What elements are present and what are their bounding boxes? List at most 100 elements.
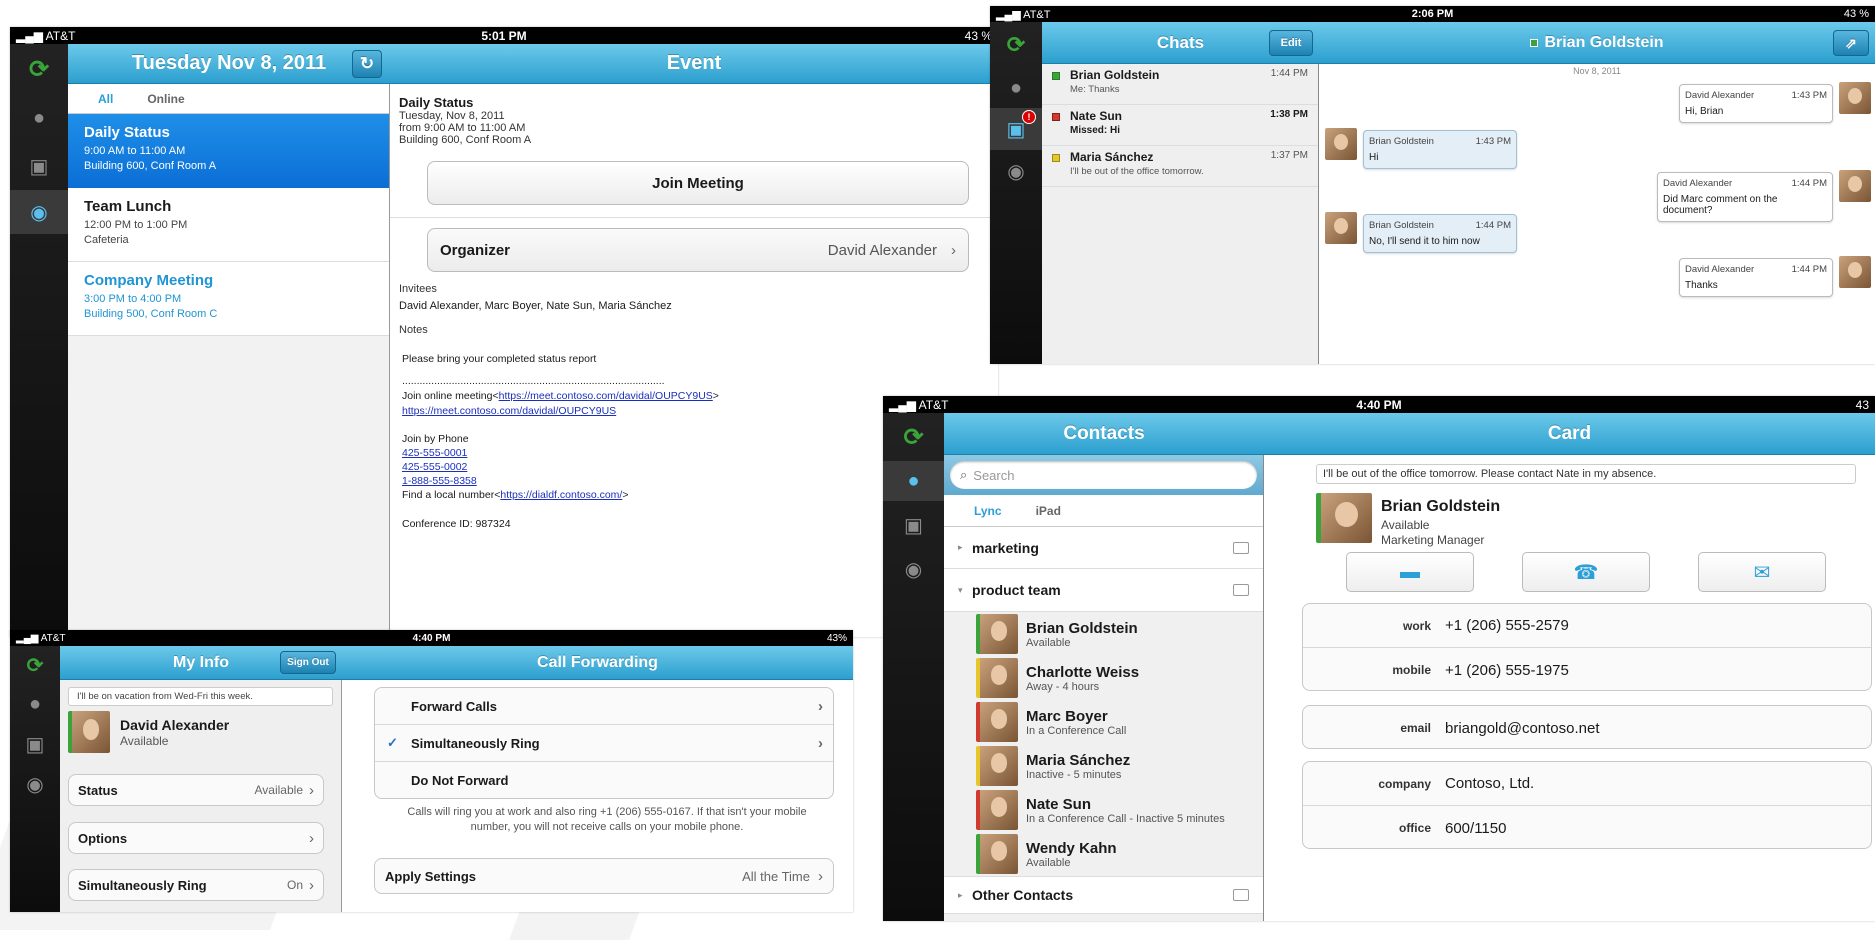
- avatar: [976, 746, 1018, 786]
- chat-icon[interactable]: ▣: [10, 142, 68, 190]
- notes-label: Notes: [399, 324, 428, 336]
- group-row-product-team[interactable]: ▾ product team: [944, 569, 1263, 612]
- simultaneous-ring-row[interactable]: Simultaneously Ring On ›: [68, 869, 324, 901]
- calendar-icon[interactable]: ◉: [10, 764, 60, 804]
- join-online-link[interactable]: https://meet.contoso.com/davidal/OUPCY9U…: [499, 390, 713, 402]
- avatar: [1316, 493, 1372, 543]
- event-item[interactable]: Daily Status 9:00 AM to 11:00 AM Buildin…: [68, 114, 389, 188]
- group-card-icon[interactable]: [1233, 541, 1249, 554]
- contact-row[interactable]: Wendy Kahn Available: [944, 832, 1263, 876]
- share-button[interactable]: ⇗: [1833, 30, 1869, 56]
- contact-name: Charlotte Weiss: [1026, 663, 1140, 681]
- battery-label: 43: [1855, 397, 1869, 412]
- status-bar: ▂▄▆ AT&T 2:06 PM 43 %: [990, 6, 1875, 22]
- sync-icon[interactable]: ⟳: [990, 22, 1042, 68]
- chevron-right-icon: ›: [309, 829, 314, 847]
- calendar-icon[interactable]: ◉: [883, 549, 944, 589]
- group-row-marketing[interactable]: ▸ marketing: [944, 527, 1263, 569]
- contacts-icon[interactable]: ●: [10, 684, 60, 724]
- card-note: I'll be out of the office tomorrow. Plea…: [1316, 464, 1856, 484]
- do-not-forward-option[interactable]: Do Not Forward: [375, 762, 833, 798]
- chat-name: Maria Sánchez: [1070, 150, 1154, 164]
- clock-label: 5:01 PM: [481, 28, 527, 43]
- filter-online-tab[interactable]: Online: [147, 92, 184, 106]
- status-row[interactable]: Status Available ›: [68, 774, 324, 806]
- sync-icon[interactable]: ⟳: [883, 413, 944, 461]
- local-number-link[interactable]: https://dialdf.contoso.com/: [500, 489, 622, 501]
- simultaneously-ring-option[interactable]: ✓ Simultaneously Ring ›: [375, 725, 833, 762]
- organizer-row[interactable]: Organizer David Alexander ›: [427, 228, 969, 272]
- side-rail: ⟳ ● ▣ ◉: [10, 646, 60, 912]
- sync-icon[interactable]: ⟳: [10, 44, 68, 94]
- detail-date: Tuesday, Nov 8, 2011: [399, 110, 505, 122]
- contact-status: In a Conference Call: [1026, 724, 1127, 737]
- contact-row[interactable]: Maria Sánchez Inactive - 5 minutes: [944, 744, 1263, 788]
- contact-row[interactable]: Charlotte Weiss Away - 4 hours: [944, 656, 1263, 700]
- contacts-title: Contacts: [1063, 422, 1145, 444]
- calendar-icon[interactable]: ◉: [10, 190, 68, 234]
- contact-row[interactable]: Brian Goldstein Available: [944, 612, 1263, 656]
- edit-button[interactable]: Edit: [1269, 30, 1313, 56]
- filter-all-tab[interactable]: All: [98, 92, 113, 106]
- chevron-right-icon: ›: [951, 241, 956, 259]
- im-button[interactable]: ▬: [1346, 552, 1474, 592]
- chat-item[interactable]: Maria Sánchez 1:37 PM I'll be out of the …: [1042, 146, 1318, 187]
- call-button[interactable]: ☎: [1522, 552, 1650, 592]
- expand-icon: ▸: [958, 889, 963, 900]
- note-field[interactable]: I'll be on vacation from Wed-Fri this we…: [68, 687, 333, 706]
- chat-preview: Me: Thanks: [1070, 84, 1120, 95]
- apply-settings-row[interactable]: Apply Settings All the Time ›: [374, 858, 834, 894]
- message-bubble: Brian Goldstein 1:44 PM No, I'll send it …: [1363, 214, 1517, 253]
- email-button[interactable]: ✉: [1698, 552, 1826, 592]
- forward-options-group: Forward Calls › ✓ Simultaneously Ring › Do…: [374, 687, 834, 799]
- event-item[interactable]: Team Lunch 12:00 PM to 1:00 PM Cafeteria: [68, 188, 389, 262]
- chat-item[interactable]: Brian Goldstein 1:44 PM Me: Thanks: [1042, 64, 1318, 105]
- conversation-title: Brian Goldstein: [1544, 33, 1664, 51]
- event-item[interactable]: Company Meeting 3:00 PM to 4:00 PM Build…: [68, 262, 389, 336]
- event-nav-bar: Event: [390, 44, 998, 84]
- join-meeting-button[interactable]: Join Meeting: [427, 161, 969, 205]
- refresh-button[interactable]: ↻: [352, 50, 382, 78]
- contacts-icon[interactable]: ●: [10, 94, 68, 142]
- chevron-right-icon: ›: [818, 867, 823, 885]
- chat-icon[interactable]: ▣: [883, 501, 944, 549]
- work-phone-row[interactable]: work +1 (206) 555-2579: [1303, 604, 1871, 648]
- contacts-icon[interactable]: ●: [990, 68, 1042, 108]
- chevron-right-icon: ›: [309, 876, 314, 894]
- chat-icon[interactable]: ▣: [10, 724, 60, 764]
- calendar-nav-bar: Tuesday Nov 8, 2011 ↻: [68, 44, 390, 84]
- notes-dots: ........................................…: [402, 375, 665, 388]
- mobile-phone-row[interactable]: mobile +1 (206) 555-1975: [1303, 648, 1871, 690]
- forward-calls-option[interactable]: Forward Calls ›: [375, 688, 833, 725]
- group-row-other-contacts[interactable]: ▸ Other Contacts: [944, 876, 1263, 914]
- search-input[interactable]: ⌕ Search: [950, 461, 1257, 489]
- chevron-right-icon: ›: [309, 781, 314, 799]
- contact-status: Inactive - 5 minutes: [1026, 768, 1122, 781]
- battery-label: 43 %: [964, 28, 992, 43]
- organizer-value: David Alexander: [827, 241, 937, 259]
- status-bar: ▂▄▆ AT&T 4:40 PM 43%: [10, 630, 853, 646]
- contacts-icon[interactable]: ●: [883, 461, 944, 501]
- tab-lync[interactable]: Lync: [974, 504, 1002, 518]
- sign-out-button[interactable]: Sign Out: [280, 651, 336, 674]
- options-row[interactable]: Options ›: [68, 822, 324, 854]
- contact-row[interactable]: Nate Sun In a Conference Call - Inactive …: [944, 788, 1263, 832]
- presence-dot: [1052, 72, 1060, 80]
- email-row[interactable]: email briangold@contoso.net: [1303, 706, 1871, 748]
- clock-label: 2:06 PM: [1411, 8, 1454, 20]
- event-location: Building 500, Conf Room C: [84, 308, 218, 320]
- group-card-icon[interactable]: [1233, 889, 1249, 901]
- calendar-icon[interactable]: ◉: [990, 150, 1042, 192]
- avatar: [1839, 170, 1871, 202]
- contact-name: Wendy Kahn: [1026, 839, 1117, 857]
- tab-ipad[interactable]: iPad: [1036, 504, 1061, 518]
- call-forwarding-nav-bar: Call Forwarding: [342, 646, 853, 680]
- sync-icon[interactable]: ⟳: [10, 646, 60, 684]
- group-card-icon[interactable]: [1233, 584, 1249, 596]
- chat-item[interactable]: Nate Sun 1:38 PM Missed: Hi: [1042, 105, 1318, 146]
- contact-status: Available: [1026, 856, 1071, 869]
- contact-row[interactable]: Marc Boyer In a Conference Call: [944, 700, 1263, 744]
- office-row: office 600/1150: [1398, 819, 1507, 837]
- chat-icon[interactable]: ▣!: [990, 108, 1042, 150]
- presence-dot: [1530, 38, 1539, 47]
